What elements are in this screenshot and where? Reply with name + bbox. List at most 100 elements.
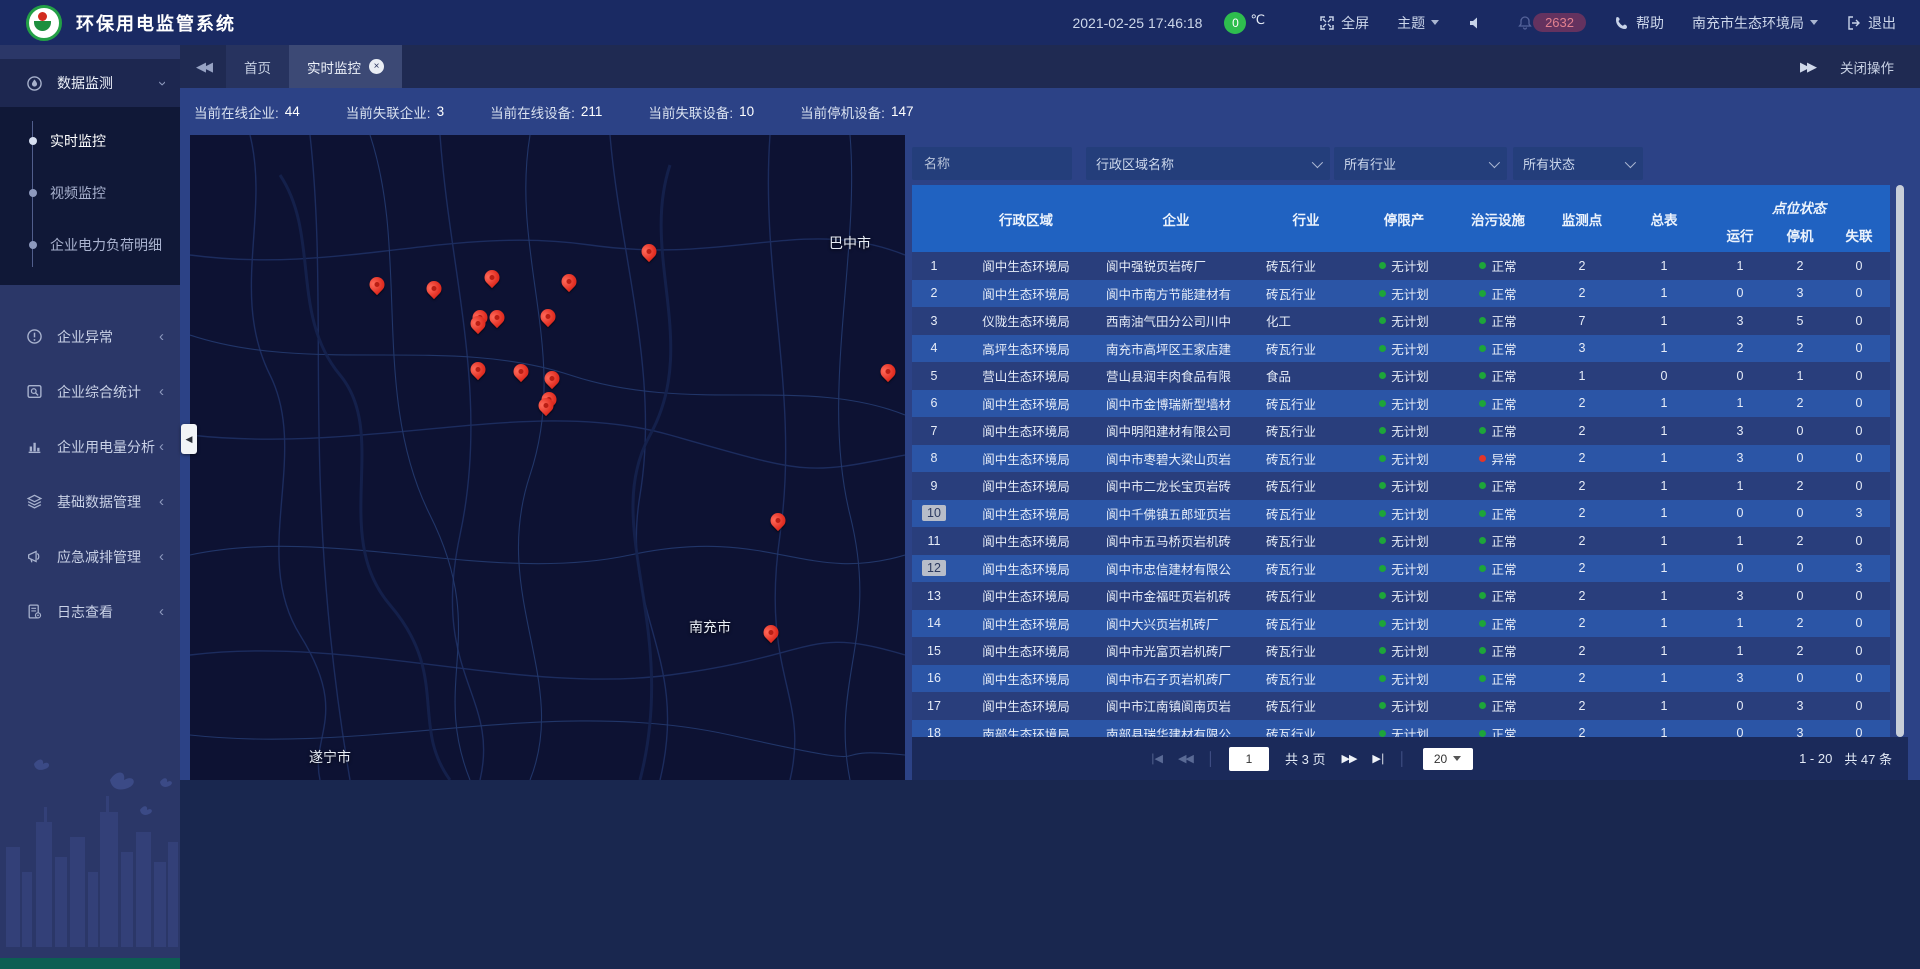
theme-button[interactable]: 主题: [1397, 13, 1439, 33]
col-header-company: 企业: [1096, 185, 1256, 252]
status-dot-icon: [1379, 592, 1386, 599]
table-row[interactable]: 9 阆中生态环境局 阆中市二龙长宝页岩砖 砖瓦行业 无计划 正常 2 1 1 2…: [912, 472, 1890, 500]
table-row[interactable]: 18 南部生态环境局 南部县瑞华建材有限公 砖瓦行业 无计划 正常 2 1 0 …: [912, 720, 1890, 738]
status-filter-select[interactable]: 所有状态: [1513, 147, 1643, 180]
table-scrollbar[interactable]: [1896, 185, 1904, 737]
cell-halt-count: 2: [1772, 396, 1828, 410]
status-dot-icon: [1379, 345, 1386, 352]
industry-filter-select[interactable]: 所有行业: [1334, 147, 1507, 180]
stat-value: 10: [739, 104, 754, 119]
app-title: 环保用电监管系统: [76, 10, 236, 36]
sidebar-item-3[interactable]: 企业综合统计 ‹: [0, 364, 180, 419]
table-row[interactable]: 11 阆中生态环境局 阆中市五马桥页岩机砖 砖瓦行业 无计划 正常 2 1 1 …: [912, 527, 1890, 555]
cell-limit-status: 无计划: [1356, 531, 1452, 550]
close-operations-button[interactable]: 关闭操作: [1840, 57, 1894, 77]
sidebar-subitem[interactable]: 实时监控: [0, 115, 180, 167]
sidebar-item-6[interactable]: 应急减排管理 ‹: [0, 529, 180, 584]
table-row[interactable]: 2 阆中生态环境局 阆中市南方节能建材有 砖瓦行业 无计划 正常 2 1 0 3…: [912, 280, 1890, 308]
table-row[interactable]: 5 营山生态环境局 营山县润丰肉食品有限 食品 无计划 正常 1 0 0 1 0: [912, 362, 1890, 390]
table-row[interactable]: 12 阆中生态环境局 阆中市忠信建材有限公 砖瓦行业 无计划 正常 2 1 0 …: [912, 555, 1890, 583]
name-filter-input[interactable]: [922, 155, 1062, 172]
cell-monitor-count: 2: [1544, 479, 1620, 493]
cell-index: 2: [912, 285, 956, 301]
table-row[interactable]: 13 阆中生态环境局 阆中市金福旺页岩机砖 砖瓦行业 无计划 正常 2 1 3 …: [912, 582, 1890, 610]
col-header-monitor: 监测点: [1544, 185, 1620, 252]
cell-monitor-count: 1: [1544, 369, 1620, 383]
table-row[interactable]: 8 阆中生态环境局 阆中市枣碧大梁山页岩 砖瓦行业 无计划 异常 2 1 3 0…: [912, 445, 1890, 473]
status-dot-icon: [1479, 620, 1486, 627]
sidebar-subitem[interactable]: 企业电力负荷明细: [0, 219, 180, 271]
tab[interactable]: 首页: [226, 45, 289, 88]
table-row[interactable]: 4 高坪生态环境局 南充市高坪区王家店建 砖瓦行业 无计划 正常 3 1 2 2…: [912, 335, 1890, 363]
logout-button[interactable]: 退出: [1846, 13, 1896, 33]
map-collapse-button[interactable]: ◀: [181, 424, 197, 454]
cell-limit-status: 无计划: [1356, 614, 1452, 633]
table-row[interactable]: 1 阆中生态环境局 阆中强锐页岩砖厂 砖瓦行业 无计划 正常 2 1 1 2 0: [912, 252, 1890, 280]
cell-facility-status: 正常: [1452, 559, 1544, 578]
cell-run-count: 1: [1708, 644, 1772, 658]
status-dot-icon: [1379, 675, 1386, 682]
cell-lost-count: 0: [1828, 341, 1890, 355]
col-header-limit: 停限产: [1356, 185, 1452, 252]
cell-region: 阆中生态环境局: [956, 284, 1096, 303]
tab[interactable]: 实时监控 ×: [289, 45, 402, 88]
prev-page-button[interactable]: ◀◀: [1178, 752, 1193, 765]
bottom-background: [180, 780, 1920, 969]
table-row[interactable]: 10 阆中生态环境局 阆中千佛镇五郎垭页岩 砖瓦行业 无计划 正常 2 1 0 …: [912, 500, 1890, 528]
sidebar-item-7[interactable]: 日志查看 ‹: [0, 584, 180, 639]
page-number-input[interactable]: [1229, 747, 1269, 771]
table-row[interactable]: 14 阆中生态环境局 阆中大兴页岩机砖厂 砖瓦行业 无计划 正常 2 1 1 2…: [912, 610, 1890, 638]
cell-meter-count: 1: [1620, 314, 1708, 328]
table-row[interactable]: 3 仪陇生态环境局 西南油气田分公司川中 化工 无计划 正常 7 1 3 5 0: [912, 307, 1890, 335]
first-page-button[interactable]: ∣◀: [1150, 752, 1162, 765]
tabs-scroll-right-button[interactable]: ▶▶: [1800, 59, 1814, 75]
tab-close-icon[interactable]: ×: [369, 59, 384, 74]
next-page-button[interactable]: ▶▶: [1341, 752, 1356, 765]
cell-limit-status: 无计划: [1356, 284, 1452, 303]
cell-lost-count: 0: [1828, 369, 1890, 383]
table-row[interactable]: 6 阆中生态环境局 阆中市金博瑞新型墙材 砖瓦行业 无计划 正常 2 1 1 2…: [912, 390, 1890, 418]
chevron-down-icon: [1431, 20, 1439, 25]
status-dot-icon: [1379, 510, 1386, 517]
map-roads: [190, 135, 905, 780]
tab-bar: ◀◀ 首页 实时监控 × ▶▶ 关闭操作: [180, 45, 1920, 88]
last-page-button[interactable]: ▶∣: [1372, 752, 1384, 765]
cell-company: 阆中千佛镇五郎垭页岩: [1096, 504, 1256, 523]
page-size-select[interactable]: 20: [1423, 748, 1473, 770]
skyline-decoration: [0, 752, 180, 947]
sidebar-item-label: 企业综合统计: [57, 382, 141, 402]
region-filter-select[interactable]: 行政区域名称: [1086, 147, 1330, 180]
help-button[interactable]: 帮助: [1614, 13, 1664, 33]
status-dot-icon: [1479, 510, 1486, 517]
sidebar-item-5[interactable]: 基础数据管理 ‹: [0, 474, 180, 529]
org-menu-button[interactable]: 南充市生态环境局: [1692, 13, 1818, 33]
cell-index: 6: [912, 395, 956, 411]
cell-facility-status: 正常: [1452, 724, 1544, 737]
map-canvas[interactable]: 巴中市南充市遂宁市: [190, 135, 905, 780]
fullscreen-button[interactable]: 全屏: [1319, 13, 1369, 33]
sidebar-subitem[interactable]: 视频监控: [0, 167, 180, 219]
sidebar-item-1[interactable]: 数据监测 ‹: [0, 59, 180, 107]
table-row[interactable]: 16 阆中生态环境局 阆中市石子页岩机砖厂 砖瓦行业 无计划 正常 2 1 3 …: [912, 665, 1890, 693]
table-row[interactable]: 7 阆中生态环境局 阆中明阳建材有限公司 砖瓦行业 无计划 正常 2 1 3 0…: [912, 417, 1890, 445]
sidebar-item-2[interactable]: 企业异常 ‹: [0, 309, 180, 364]
tabs-scroll-left-button[interactable]: ◀◀: [180, 45, 226, 88]
table-row[interactable]: 15 阆中生态环境局 阆中市光富页岩机砖厂 砖瓦行业 无计划 正常 2 1 1 …: [912, 637, 1890, 665]
status-dot-icon: [1379, 537, 1386, 544]
tab-list: 首页 实时监控 ×: [226, 45, 402, 88]
cell-monitor-count: 2: [1544, 451, 1620, 465]
table-row[interactable]: 17 阆中生态环境局 阆中市江南镇阆南页岩 砖瓦行业 无计划 正常 2 1 0 …: [912, 692, 1890, 720]
notifications-button[interactable]: 2632: [1517, 13, 1586, 32]
cell-facility-status: 正常: [1452, 284, 1544, 303]
status-dot-icon: [1479, 345, 1486, 352]
sidebar-subitem-label: 企业电力负荷明细: [50, 235, 162, 255]
cell-lost-count: 0: [1828, 286, 1890, 300]
status-dot-icon: [1479, 537, 1486, 544]
status-dot-icon: [1379, 565, 1386, 572]
status-dot-icon: [1479, 730, 1486, 737]
status-dot-icon: [1479, 482, 1486, 489]
sidebar-item-4[interactable]: 企业用电量分析 ‹: [0, 419, 180, 474]
sound-mute-button[interactable]: [1467, 15, 1489, 31]
name-filter-field[interactable]: [912, 147, 1072, 180]
cell-run-count: 0: [1708, 561, 1772, 575]
